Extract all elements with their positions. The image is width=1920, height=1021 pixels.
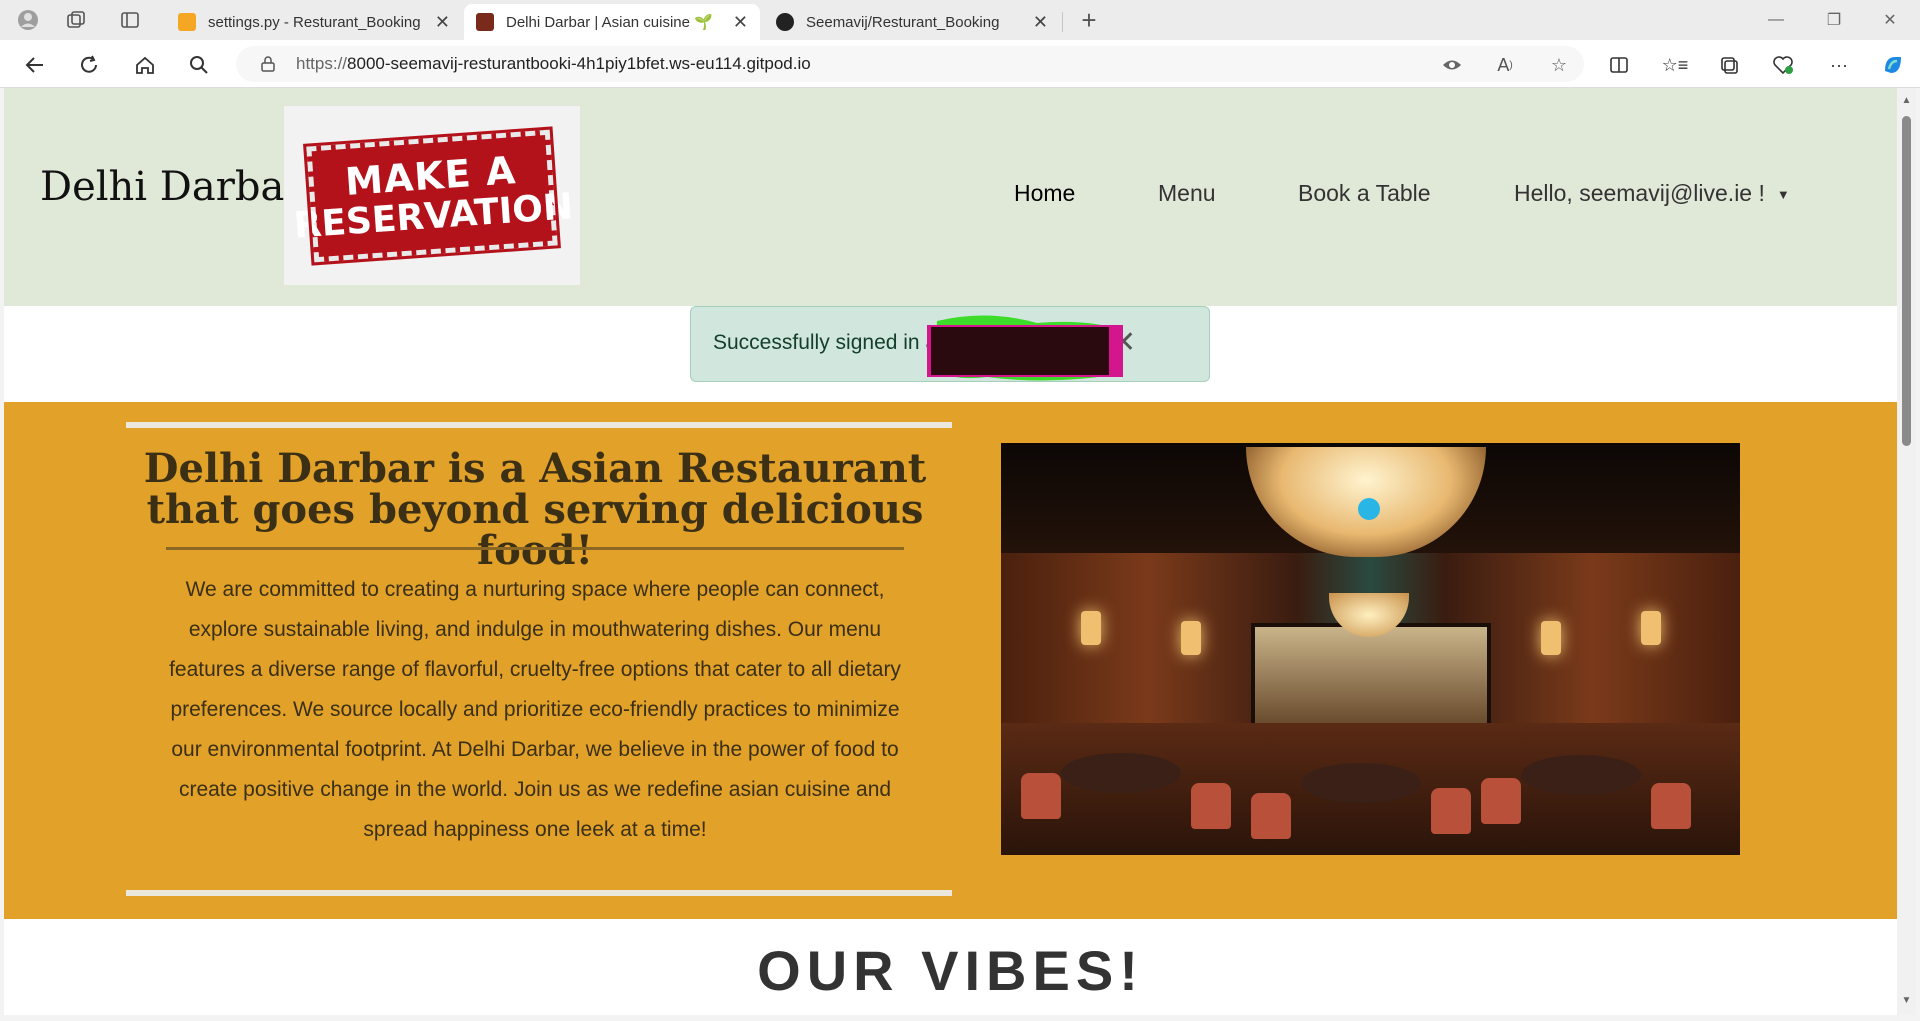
reservation-logo[interactable]: MAKE A RESERVATION: [284, 106, 580, 285]
split-screen-icon[interactable]: [1604, 50, 1634, 80]
redaction-scribble: [927, 315, 1123, 381]
gitpod-favicon-icon: [178, 13, 196, 31]
url-scheme: https://: [296, 54, 348, 73]
scroll-thumb[interactable]: [1902, 116, 1911, 446]
restore-icon[interactable]: ❐: [1814, 6, 1854, 34]
reservation-stamp-image: MAKE A RESERVATION: [292, 125, 574, 266]
copilot-icon[interactable]: [1878, 50, 1908, 80]
our-vibes-heading: OUR VIBES!: [757, 939, 1144, 1002]
read-aloud-icon[interactable]: A): [1492, 52, 1518, 78]
scroll-down-icon[interactable]: ▼: [1900, 994, 1913, 1007]
close-tab-icon[interactable]: ✕: [1033, 12, 1048, 33]
page-scrollbar[interactable]: ▲ ▼: [1897, 88, 1916, 1015]
tracking-eye-icon[interactable]: [1439, 52, 1465, 78]
restaurant-interior-image: [1001, 443, 1740, 855]
address-bar[interactable]: https://8000-seemavij-resturantbooki-4h1…: [236, 46, 1584, 82]
restaurant-favicon-icon: [476, 13, 494, 31]
search-icon[interactable]: [184, 50, 214, 80]
lock-icon[interactable]: [258, 54, 278, 74]
favorites-list-icon[interactable]: ☆≡: [1660, 50, 1690, 80]
tab-delhi-darbar[interactable]: Delhi Darbar | Asian cuisine 🌱 ✕: [464, 4, 760, 40]
tab-settings-py[interactable]: settings.py - Resturant_Booking ✕: [166, 4, 462, 40]
title-divider: [166, 547, 904, 550]
nav-home-link[interactable]: Home: [1014, 180, 1075, 207]
browser-tab-bar: settings.py - Resturant_Booking ✕ Delhi …: [0, 0, 1920, 40]
site-header: Delhi Darbar MAKE A RESERVATION Home Men…: [4, 88, 1897, 306]
profile-icon[interactable]: [14, 6, 42, 34]
github-favicon-icon: [776, 13, 794, 31]
url-text[interactable]: https://8000-seemavij-resturantbooki-4h1…: [296, 54, 811, 74]
back-arrow-icon[interactable]: [20, 50, 50, 80]
tab-separator: [1062, 12, 1063, 32]
tab-label: Delhi Darbar | Asian cuisine 🌱: [506, 14, 713, 31]
nav-book-table-link[interactable]: Book a Table: [1298, 180, 1431, 207]
account-greeting: Hello, seemavij@live.ie !: [1514, 180, 1765, 206]
new-tab-icon[interactable]: +: [1075, 5, 1103, 35]
page-viewport: Delhi Darbar MAKE A RESERVATION Home Men…: [4, 88, 1897, 1015]
close-tab-icon[interactable]: ✕: [435, 12, 450, 33]
top-divider: [126, 422, 952, 428]
vertical-tabs-icon[interactable]: [116, 6, 144, 34]
about-text: We are committed to creating a nurturing…: [169, 578, 901, 841]
window-close-icon[interactable]: ✕: [1870, 6, 1910, 34]
scroll-up-icon[interactable]: ▲: [1900, 94, 1913, 107]
about-section: Delhi Darbar is a Asian Restaurant that …: [4, 402, 1897, 919]
nav-account-dropdown[interactable]: Hello, seemavij@live.ie ! ▼: [1514, 180, 1790, 207]
nav-menu-link[interactable]: Menu: [1158, 180, 1216, 207]
close-tab-icon[interactable]: ✕: [733, 12, 748, 33]
favorite-star-icon[interactable]: ☆: [1546, 52, 1572, 78]
collections-icon[interactable]: [1714, 50, 1744, 80]
url-host: 8000-seemavij-resturantbooki-4h1piy1bfet…: [347, 54, 811, 73]
home-icon[interactable]: [130, 50, 160, 80]
minimize-icon[interactable]: —: [1756, 6, 1796, 34]
tab-label: settings.py - Resturant_Booking: [208, 13, 421, 31]
about-title: Delhi Darbar is a Asian Restaurant that …: [143, 445, 927, 574]
tab-github-repo[interactable]: Seemavij/Resturant_Booking ✕: [764, 4, 1060, 40]
dropdown-caret-icon: ▼: [1776, 187, 1790, 203]
cursor-dot: [1358, 498, 1380, 520]
address-toolbar: https://8000-seemavij-resturantbooki-4h1…: [0, 40, 1920, 88]
tab-label: Seemavij/Resturant_Booking: [806, 13, 1000, 31]
more-options-icon[interactable]: ···: [1824, 50, 1854, 80]
site-brand[interactable]: Delhi Darbar: [40, 164, 303, 210]
stamp-line-2: RESERVATION: [292, 185, 575, 247]
bottom-divider: [126, 890, 952, 896]
signin-success-alert: Successfully signed in a ✕: [690, 306, 1210, 382]
alert-message: Successfully signed in a: [713, 331, 938, 354]
refresh-icon[interactable]: [74, 50, 104, 80]
workspaces-icon[interactable]: [62, 6, 90, 34]
browser-essentials-icon[interactable]: [1768, 50, 1798, 80]
